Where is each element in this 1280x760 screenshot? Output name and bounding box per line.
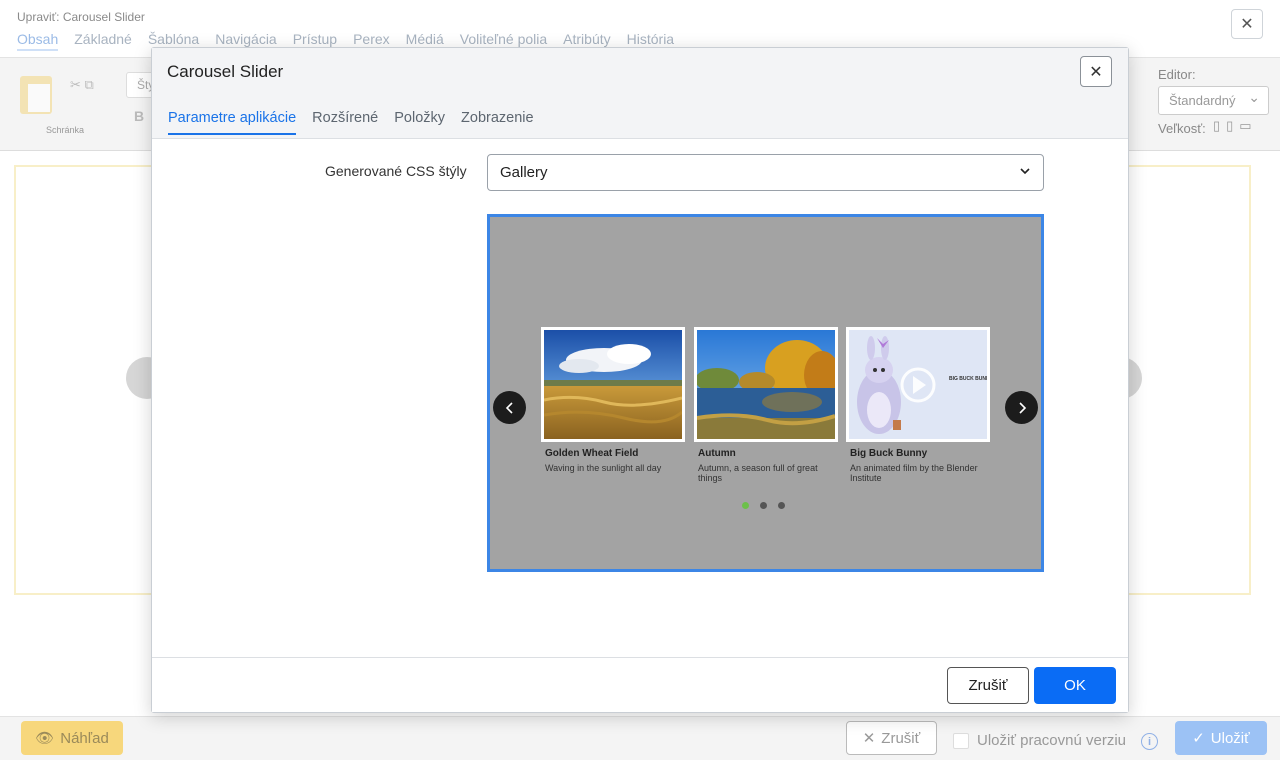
tab-parametre-aplikacie[interactable]: Parametre aplikácie [168,110,297,135]
carousel-slide[interactable]: Autumn Autumn, a season full of great th… [694,327,838,484]
chevron-left-icon [505,401,513,414]
carousel-preview: Golden Wheat Field Waving in the sunligh… [487,214,1044,572]
carousel-prev-button[interactable] [493,391,526,424]
tab-zobrazenie[interactable]: Zobrazenie [461,110,534,135]
slide-description: An animated film by the Blender Institut… [850,463,978,484]
carousel-slider-dialog: Carousel Slider ✕ Parametre aplikácie Ro… [151,47,1129,713]
css-style-label: Generované CSS štýly [325,163,467,179]
svg-text:BIG BUCK BUNNY: BIG BUCK BUNNY [949,376,987,382]
dialog-title: Carousel Slider [167,62,284,81]
carousel-pager [742,502,785,509]
chevron-down-icon [1020,168,1030,175]
slide-title: Autumn [698,448,736,459]
carousel-slide[interactable]: Golden Wheat Field Waving in the sunligh… [541,327,685,473]
pager-dot[interactable] [778,502,785,509]
pager-dot[interactable] [760,502,767,509]
big-buck-bunny-video-thumbnail: BIG BUCK BUNNY [846,327,990,442]
autumn-lake-image [694,327,838,442]
chevron-right-icon [1018,401,1026,414]
dialog-footer: Zrušiť OK [152,657,1128,712]
pager-dot[interactable] [742,502,749,509]
slide-description: Waving in the sunlight all day [545,463,662,473]
cancel-button[interactable]: Zrušiť [947,667,1029,704]
slide-title: Big Buck Bunny [850,448,928,459]
ok-button[interactable]: OK [1034,667,1116,704]
wheat-field-image [541,327,685,442]
dialog-tabs: Parametre aplikácie Rozšírené Položky Zo… [168,110,534,135]
tab-rozsirene[interactable]: Rozšírené [312,110,378,135]
tab-polozky[interactable]: Položky [394,110,445,135]
css-style-value: Gallery [500,164,548,181]
dialog-header: Carousel Slider ✕ Parametre aplikácie Ro… [152,48,1128,139]
slide-title: Golden Wheat Field [545,448,639,459]
close-icon: ✕ [1089,63,1103,81]
slide-description: Autumn, a season full of great things [698,463,818,484]
carousel-slide[interactable]: BIG BUCK BUNNY Big Buck Bunny An animate… [846,327,990,484]
css-style-select[interactable]: Gallery [487,154,1044,191]
carousel-next-button[interactable] [1005,391,1038,424]
dialog-close-button[interactable]: ✕ [1080,56,1112,87]
